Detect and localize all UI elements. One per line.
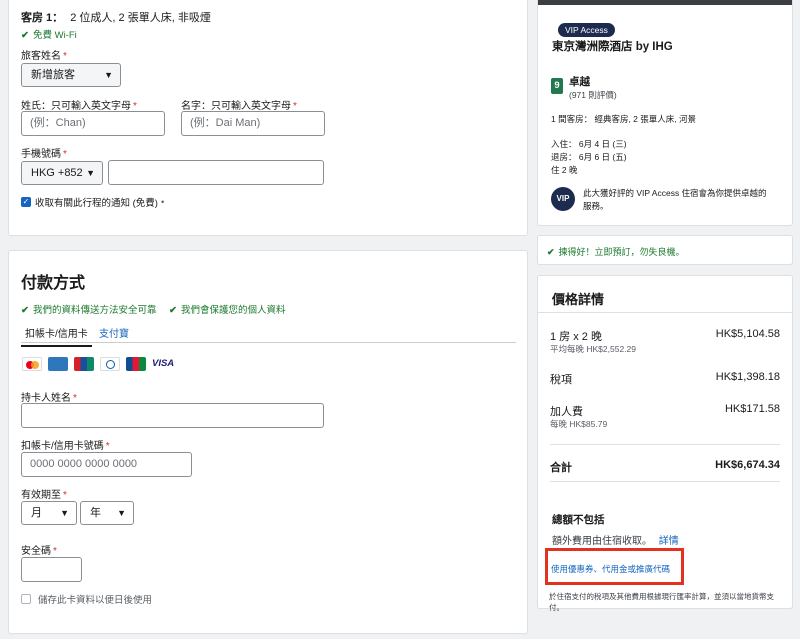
- notify-checkbox-row[interactable]: ✓ 收取有關此行程的通知 (免費) •: [21, 195, 164, 209]
- rating-label: 卓越: [569, 76, 590, 88]
- tax-row: 稅項 HK$1,398.18: [550, 371, 780, 387]
- vip-access-badge: VIP Access: [558, 23, 615, 37]
- phone-input[interactable]: [108, 160, 324, 185]
- cardholder-input[interactable]: [21, 403, 324, 428]
- score-badge: 9: [551, 78, 563, 94]
- checkout-date: 退房： 6月 6 日 (五): [551, 152, 627, 162]
- details-link[interactable]: 詳情: [659, 536, 679, 547]
- guest-info-card: 客房 1： 2 位成人, 2 張單人床, 非吸煙 ✔ 免費 Wi-Fi 旅客姓名 *…: [8, 0, 528, 236]
- room-price-amount: HK$5,104.58: [715, 328, 780, 340]
- tab-card[interactable]: 扣帳卡/信用卡: [21, 325, 92, 347]
- excluded-title: 總額不包括: [552, 514, 605, 526]
- diners-icon: [100, 357, 120, 371]
- tab-alipay[interactable]: 支付寶: [99, 325, 129, 340]
- total-amount: HK$6,674.34: [715, 459, 780, 471]
- visa-icon: VISA: [152, 358, 175, 369]
- checkin-date: 入住： 6月 4 日 (三): [551, 139, 627, 149]
- privacy-assurance: ✔ 我們會保護您的個人資料: [169, 305, 286, 316]
- surname-label: 姓氏：只可輸入英文字母 *: [21, 101, 137, 112]
- tax-label: 稅項: [550, 374, 572, 386]
- wifi-feature: ✔ 免費 Wi-Fi: [21, 27, 77, 41]
- room-label: 客房 1：: [21, 12, 64, 24]
- total-bottom-divider: [550, 481, 780, 482]
- payment-title: 付款方式: [21, 275, 86, 292]
- deal-text: 揀得好！立即預訂，勿失良機。: [558, 247, 685, 257]
- chevron-down-icon: ▼: [86, 168, 95, 178]
- expiry-month-value: 月: [31, 507, 42, 519]
- save-card-label: 儲存此卡資料以便日後使用: [38, 595, 153, 606]
- tax-amount: HK$1,398.18: [715, 371, 780, 383]
- check-icon: ✔: [169, 305, 177, 316]
- excluded-text: 額外費用由住宿收取。: [552, 536, 652, 547]
- nights-count: 住 2 晚: [551, 165, 578, 175]
- cvv-input[interactable]: [21, 557, 82, 582]
- card-number-input[interactable]: 0000 0000 0000 0000: [21, 452, 192, 477]
- amex-icon: [48, 357, 68, 371]
- payment-card: 付款方式 ✔ 我們的資料傳送方法安全可靠 ✔ 我們會保護您的個人資料 扣帳卡/信用卡…: [8, 250, 528, 634]
- extra-person-amount: HK$171.58: [724, 403, 780, 415]
- expiry-year-value: 年: [90, 507, 101, 519]
- price-divider: [538, 312, 792, 313]
- guest-name-label: 旅客姓名 *: [21, 51, 67, 62]
- save-card-checkbox[interactable]: [21, 594, 31, 604]
- deal-text-row: ✔ 揀得好！立即預訂，勿失良機。: [547, 245, 685, 258]
- phone-country-select[interactable]: HKG +852 ▼: [21, 161, 103, 185]
- room-info: 1 間客房： 經典客房, 2 張單人床, 河景: [551, 114, 696, 124]
- price-footnote: 於住宿支付的稅項及其他費用根據現行匯率計算，並須以當地貨幣支付。: [549, 592, 774, 612]
- notify-suffix: •: [160, 196, 165, 208]
- room-price-label: 1 房 x 2 晚: [550, 331, 602, 343]
- room-description: 2 位成人, 2 張單人床, 非吸煙: [70, 12, 211, 24]
- phone-country-value: HKG +852: [31, 167, 83, 179]
- card-number-label: 扣帳卡/信用卡號碼 *: [21, 441, 110, 452]
- secure-assurance: ✔ 我們的資料傳送方法安全可靠: [21, 305, 157, 316]
- given-name-label: 名字：只可輸入英文字母 *: [181, 101, 297, 112]
- vip-description: 此大獲好評的 VIP Access 住宿會為你提供卓越的服務。: [583, 188, 767, 211]
- notify-label: 收取有關此行程的通知 (免費): [35, 198, 158, 209]
- check-icon: ✔: [21, 30, 29, 41]
- guest-name-select[interactable]: 新增旅客 ▼: [21, 63, 121, 87]
- expiry-year-select[interactable]: 年 ▼: [80, 501, 134, 525]
- phone-label: 手機號碼 *: [21, 149, 67, 160]
- unionpay-icon: [74, 357, 94, 371]
- payment-tabs: 扣帳卡/信用卡 支付寶: [21, 321, 516, 347]
- given-name-input[interactable]: (例：Dai Man): [181, 111, 325, 136]
- hotel-name: 東京灣洲際酒店 by IHG: [552, 41, 673, 53]
- mastercard-icon: [22, 357, 42, 371]
- total-divider: [550, 444, 780, 445]
- vip-icon: VIP: [551, 187, 575, 211]
- extra-per-night: 每晚 HK$85.79: [550, 419, 608, 429]
- total-label: 合計: [550, 462, 572, 474]
- expiry-label: 有效期至 *: [21, 490, 67, 501]
- excluded-text-row: 額外費用由住宿收取。 詳情: [552, 532, 679, 547]
- chevron-down-icon: ▼: [117, 508, 126, 518]
- extra-person-row: 加人費 HK$171.58: [550, 403, 780, 419]
- room-price-row: 1 房 x 2 晚 HK$5,104.58: [550, 328, 780, 344]
- extra-person-label: 加人費: [550, 406, 583, 418]
- deal-banner: ✔ 揀得好！立即預訂，勿失良機。: [537, 235, 793, 265]
- check-icon: ✔: [547, 247, 555, 257]
- card-logos: VISA: [22, 357, 178, 371]
- price-details-card: 價格詳情 1 房 x 2 晚 HK$5,104.58 平均每晚 HK$2,552…: [537, 275, 793, 609]
- chevron-down-icon: ▼: [60, 508, 69, 518]
- avg-nightly: 平均每晚 HK$2,552.29: [550, 344, 636, 354]
- coupon-link[interactable]: 使用優惠券、代用金或推廣代碼: [551, 563, 670, 575]
- surname-input[interactable]: (例：Chan): [21, 111, 165, 136]
- review-count: (971 則評價): [569, 90, 617, 100]
- hotel-image: [538, 0, 792, 5]
- wifi-text: 免費 Wi-Fi: [32, 30, 77, 41]
- hotel-summary-card: VIP Access 東京灣洲際酒店 by IHG 9 卓越 (971 則評價)…: [537, 0, 793, 226]
- notify-checkbox[interactable]: ✓: [21, 197, 31, 207]
- price-title: 價格詳情: [552, 292, 605, 307]
- chevron-down-icon: ▼: [104, 70, 113, 80]
- cvv-label: 安全碼 *: [21, 546, 57, 557]
- save-card-row[interactable]: 儲存此卡資料以便日後使用: [21, 592, 152, 606]
- cardholder-label: 持卡人姓名 *: [21, 393, 77, 404]
- check-icon: ✔: [21, 305, 29, 316]
- total-row: 合計 HK$6,674.34: [550, 459, 780, 475]
- guest-name-select-value: 新增旅客: [31, 69, 75, 81]
- jcb-icon: [126, 357, 146, 371]
- room-summary: 客房 1： 2 位成人, 2 張單人床, 非吸煙: [21, 9, 211, 25]
- expiry-month-select[interactable]: 月 ▼: [21, 501, 77, 525]
